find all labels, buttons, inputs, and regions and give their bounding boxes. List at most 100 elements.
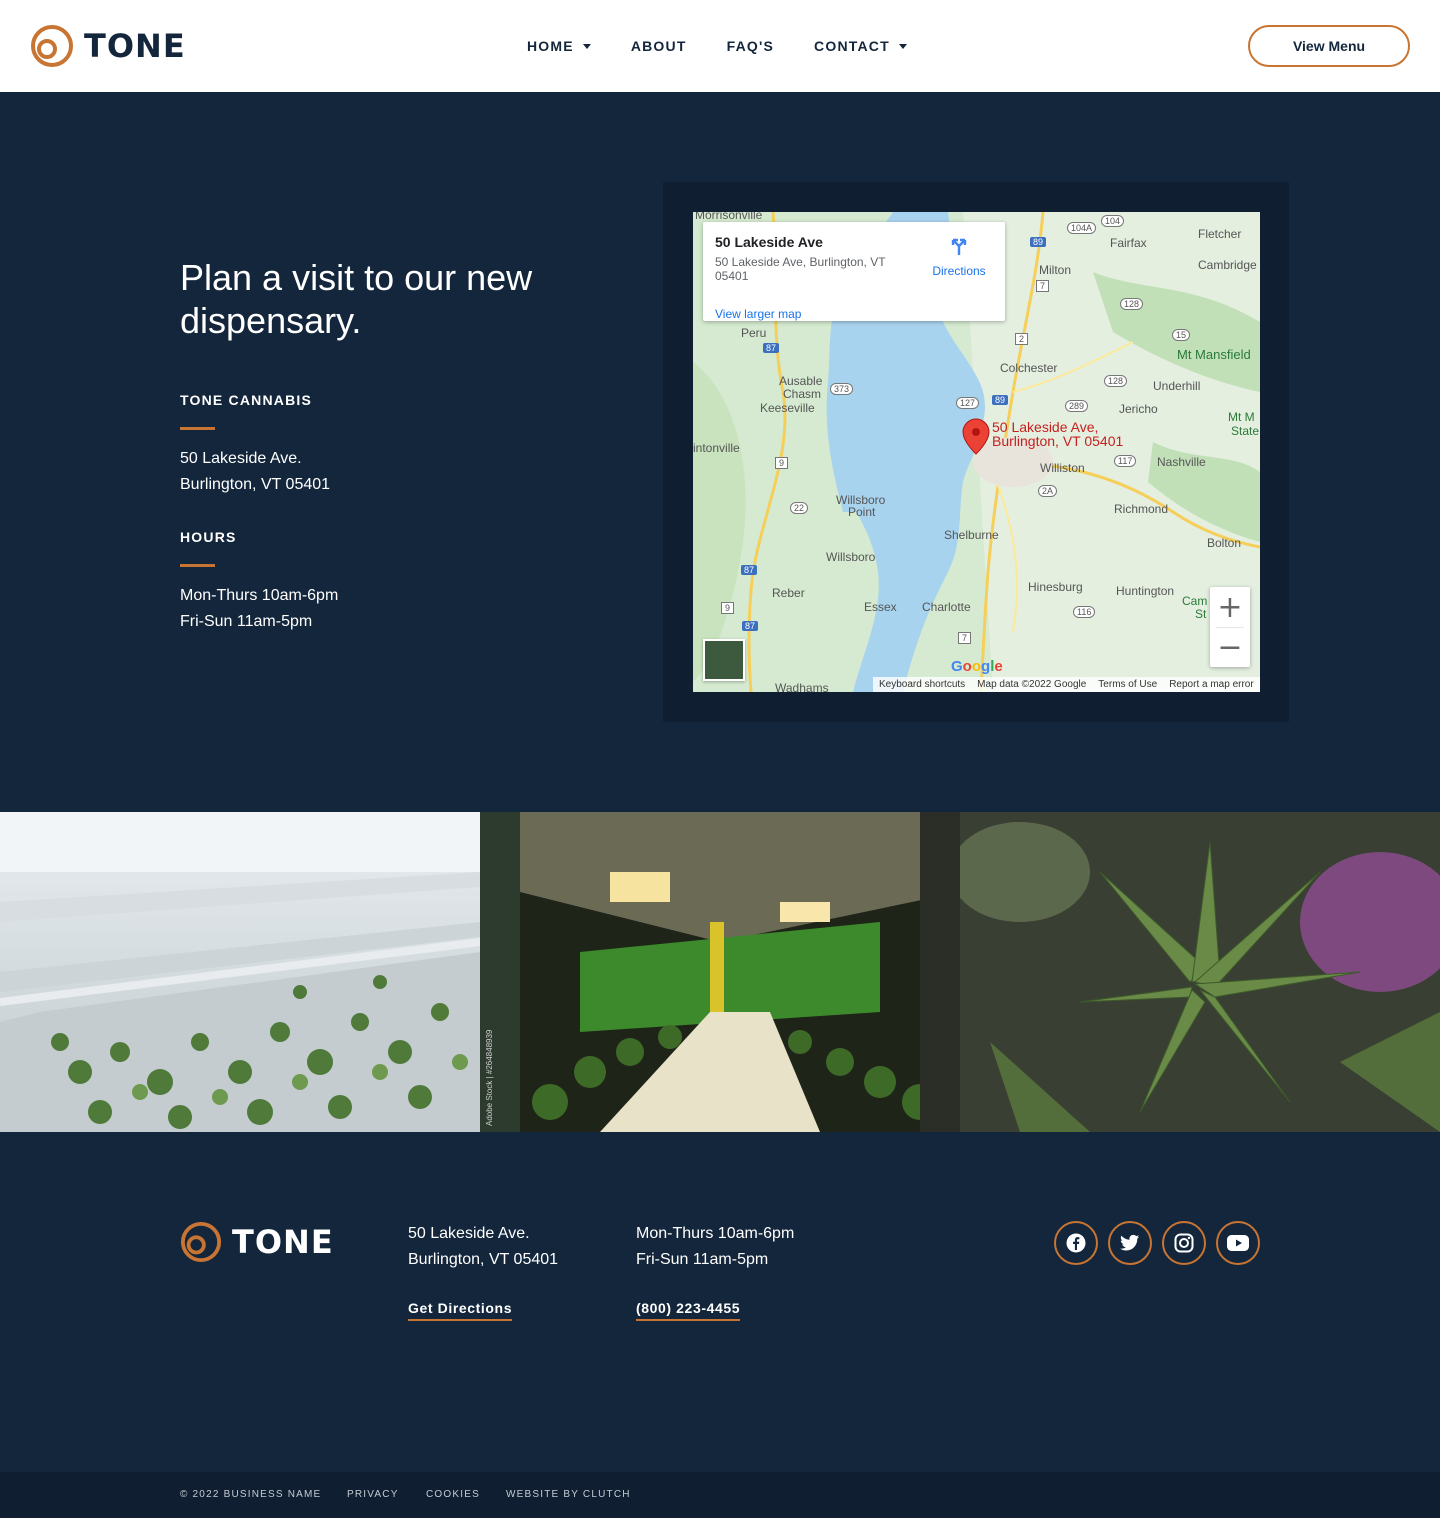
interstate-shield: 89 xyxy=(1030,237,1047,247)
map-place: Richmond xyxy=(1114,502,1169,516)
route-shield: 9 xyxy=(775,457,789,469)
zoom-in-button[interactable]: + xyxy=(1210,587,1250,627)
facebook-button[interactable] xyxy=(1054,1221,1098,1265)
map-place: Chasm xyxy=(783,387,822,401)
map-place: Hinesburg xyxy=(1028,580,1083,594)
map-place: Morrisonville xyxy=(695,212,763,222)
address-line: Burlington, VT 05401 xyxy=(408,1251,559,1268)
view-larger-map-link[interactable]: View larger map xyxy=(715,307,801,321)
get-directions-link[interactable]: Get Directions xyxy=(408,1300,513,1321)
route-shield: 9 xyxy=(721,602,735,614)
route-shield: 22 xyxy=(790,502,809,514)
website-credit-link[interactable]: WEBSITE BY CLUTCH xyxy=(506,1489,631,1500)
map-place: Fletcher xyxy=(1198,227,1242,241)
map-place: Mt M xyxy=(1228,410,1255,424)
directions-button[interactable]: Directions xyxy=(929,235,989,278)
privacy-link[interactable]: PRIVACY xyxy=(347,1489,399,1500)
instagram-button[interactable] xyxy=(1162,1221,1206,1265)
nav-faqs[interactable]: FAQ'S xyxy=(727,36,774,56)
map-place: Willsboro xyxy=(826,550,876,564)
hours-line: Fri-Sun 11am-5pm xyxy=(180,613,313,630)
footer-logo[interactable]: TONE xyxy=(180,1221,334,1263)
interstate-shield: 87 xyxy=(763,343,780,353)
header-logo[interactable]: TONE xyxy=(30,24,186,68)
photo-strip: Adobe Stock | #264848939 xyxy=(0,812,1440,1132)
map-place: Ausable xyxy=(779,374,823,388)
map-place: Essex xyxy=(864,600,897,614)
zoom-out-button[interactable]: − xyxy=(1210,627,1250,667)
map-place: Reber xyxy=(772,586,805,600)
map-card-title: 50 Lakeside Ave xyxy=(715,234,823,250)
map-place: Point xyxy=(848,505,876,519)
location-label: TONE CANNABIS xyxy=(180,392,313,408)
nav-contact[interactable]: CONTACT xyxy=(814,36,907,56)
logo-wordmark: TONE xyxy=(232,1223,334,1261)
nav-contact-label: CONTACT xyxy=(814,38,890,54)
report-map-error-link[interactable]: Report a map error xyxy=(1169,679,1253,690)
cookies-link[interactable]: COOKIES xyxy=(426,1489,480,1500)
view-menu-button[interactable]: View Menu xyxy=(1248,25,1410,67)
map-place: Nashville xyxy=(1157,455,1206,469)
keyboard-shortcuts-link[interactable]: Keyboard shortcuts xyxy=(879,679,965,690)
route-shield: 2A xyxy=(1038,485,1058,497)
hours-label: HOURS xyxy=(180,529,237,545)
directions-icon xyxy=(951,238,967,255)
route-shield: 373 xyxy=(830,383,854,395)
youtube-button[interactable] xyxy=(1216,1221,1260,1265)
route-shield: 2 xyxy=(1015,333,1029,345)
cannabis-leaf-image xyxy=(960,812,1440,1132)
pin-label-line: Burlington, VT 05401 xyxy=(992,433,1124,449)
interstate-shield: 87 xyxy=(741,565,758,575)
route-shield: 7 xyxy=(958,632,972,644)
google-logo: Google xyxy=(951,658,1003,675)
map-place: Charlotte xyxy=(922,600,971,614)
nav-faqs-label: FAQ'S xyxy=(726,38,775,54)
directions-label: Directions xyxy=(932,264,986,278)
route-shield: 104 xyxy=(1101,215,1125,227)
map-place: Keeseville xyxy=(760,401,815,415)
map-place: Underhill xyxy=(1153,379,1201,393)
map-place: St xyxy=(1195,607,1207,621)
route-shield: 116 xyxy=(1073,606,1096,618)
nav-about-label: ABOUT xyxy=(630,38,687,54)
map-place: Williston xyxy=(1040,461,1085,475)
map-place: Milton xyxy=(1039,263,1072,277)
grow-room-image: Adobe Stock | #264848939 xyxy=(480,812,960,1132)
map-attribution-bar: Keyboard shortcuts Map data ©2022 Google… xyxy=(873,677,1260,692)
address-line: 50 Lakeside Ave. xyxy=(408,1225,530,1242)
map-place: Huntington xyxy=(1116,584,1175,598)
nav-about[interactable]: ABOUT xyxy=(631,36,687,56)
phone-link[interactable]: (800) 223-4455 xyxy=(636,1300,741,1321)
caret-down-icon xyxy=(582,43,591,49)
route-shield: 127 xyxy=(956,397,980,409)
twitter-button[interactable] xyxy=(1108,1221,1152,1265)
satellite-toggle-button[interactable] xyxy=(703,639,745,681)
map-place: Cam xyxy=(1182,594,1208,608)
nav-home[interactable]: HOME xyxy=(527,36,591,56)
zoom-control: + − xyxy=(1210,587,1250,667)
map-place: State xyxy=(1231,424,1260,438)
route-shield: 289 xyxy=(1065,400,1089,412)
route-shield: 7 xyxy=(1036,280,1050,292)
map-place: Peru xyxy=(741,326,767,340)
caret-down-icon xyxy=(898,43,907,49)
accent-divider xyxy=(180,564,215,567)
address-line: Burlington, VT 05401 xyxy=(180,476,331,493)
accent-divider xyxy=(180,427,215,430)
google-map[interactable]: Morrisonville Fairfax Fletcher Milton Ca… xyxy=(693,212,1260,692)
copyright-text: © 2022 BUSINESS NAME xyxy=(180,1489,322,1500)
logo-wordmark: TONE xyxy=(84,27,186,65)
tone-logo-icon xyxy=(31,25,73,67)
map-info-card: 50 Lakeside Ave 50 Lakeside Ave, Burling… xyxy=(703,222,1005,321)
route-shield: 128 xyxy=(1120,298,1144,310)
address-line: 50 Lakeside Ave. xyxy=(180,450,302,467)
hours-line: Mon-Thurs 10am-6pm xyxy=(636,1225,795,1242)
tone-logo-icon xyxy=(180,1221,222,1263)
map-card-address: 50 Lakeside Ave, Burlington, VT 05401 xyxy=(715,255,886,283)
map-pin-icon[interactable] xyxy=(963,419,989,455)
instagram-icon xyxy=(1174,1233,1194,1253)
pin-label-line: 50 Lakeside Ave, xyxy=(992,419,1099,435)
map-place: Fairfax xyxy=(1110,236,1147,250)
terms-of-use-link[interactable]: Terms of Use xyxy=(1098,679,1157,690)
photo-grow-room: Adobe Stock | #264848939 xyxy=(480,812,960,1132)
